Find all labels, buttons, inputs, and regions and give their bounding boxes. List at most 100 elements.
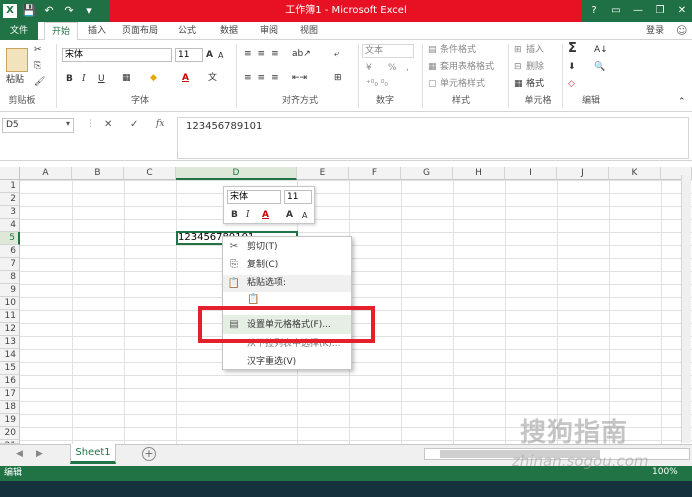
row-header[interactable]: 17 [0, 388, 20, 401]
insert-function-button[interactable]: fx [156, 119, 164, 129]
insert-cells-button[interactable]: 插入 [526, 44, 544, 56]
table-format-icon[interactable]: ▦ [428, 61, 437, 73]
row-header-active[interactable]: 5 [0, 232, 20, 245]
help-button[interactable]: ? [584, 3, 604, 19]
bold-button[interactable]: B [66, 73, 73, 85]
format-cells-button[interactable]: 格式 [526, 78, 544, 90]
mini-italic-button[interactable]: I [246, 209, 250, 221]
shrink-font-button[interactable]: A [218, 50, 223, 62]
tab-insert[interactable]: 插入 [82, 22, 112, 40]
column-header[interactable]: B [72, 167, 124, 180]
row-header[interactable]: 9 [0, 284, 20, 297]
column-header[interactable]: I [505, 167, 557, 180]
column-header[interactable]: A [20, 167, 72, 180]
format-cells-icon[interactable]: ▦ [514, 78, 523, 90]
mini-font-select[interactable]: 宋体 [227, 190, 281, 204]
underline-button[interactable]: U [98, 73, 105, 85]
row-header[interactable]: 7 [0, 258, 20, 271]
insert-cells-icon[interactable]: ⊞ [514, 44, 522, 56]
row-header[interactable]: 14 [0, 349, 20, 362]
menu-item-cut[interactable]: 剪切(T) [223, 238, 351, 256]
row-header[interactable]: 13 [0, 336, 20, 349]
cancel-entry-button[interactable]: ✕ [104, 119, 112, 130]
cell-style-icon[interactable]: ▢ [428, 78, 437, 90]
scroll-left-icon[interactable]: ◀ [16, 449, 23, 459]
sort-filter-icon[interactable]: A↓ [594, 44, 608, 56]
fill-icon[interactable]: ⬇ [568, 61, 576, 73]
tab-data[interactable]: 数据 [214, 22, 244, 40]
table-format-button[interactable]: 套用表格格式 [440, 61, 494, 73]
phonetic-icon[interactable]: 文 [208, 72, 217, 84]
clear-icon[interactable]: ◇ [568, 78, 575, 90]
scroll-right-icon[interactable]: ▶ [36, 449, 43, 459]
tab-view[interactable]: 视图 [294, 22, 324, 40]
name-box-dropdown-icon[interactable]: ▾ [66, 119, 70, 128]
column-header[interactable]: C [124, 167, 176, 180]
column-header[interactable]: G [401, 167, 453, 180]
restore-button[interactable]: ❐ [650, 3, 670, 19]
add-sheet-button[interactable]: + [142, 447, 156, 461]
cut-icon[interactable]: ✂ [34, 44, 42, 56]
copy-icon[interactable]: ⎘ [34, 60, 41, 72]
borders-icon[interactable]: ▦ [122, 72, 131, 84]
ribbon-display-button[interactable]: ▭ [606, 3, 626, 19]
login-link[interactable]: 登录 [646, 22, 664, 40]
vertical-align-icons[interactable]: ≡≡≡ [244, 48, 285, 60]
select-all-corner[interactable] [0, 167, 20, 180]
row-header[interactable]: 16 [0, 375, 20, 388]
autosum-icon[interactable]: Σ [568, 42, 577, 55]
collapse-ribbon-icon[interactable]: ⌃ [678, 96, 686, 108]
number-format-select[interactable]: 文本 [362, 44, 414, 58]
mini-size-select[interactable]: 11 [284, 190, 312, 204]
undo-icon[interactable]: ↶ [42, 4, 56, 18]
redo-icon[interactable]: ↷ [62, 4, 76, 18]
mini-grow-font-button[interactable]: A [286, 209, 293, 221]
wrap-text-icon[interactable]: ⤶ [334, 48, 339, 60]
decimal-icons[interactable]: ⁺⁰₀ ⁰₀ [366, 78, 388, 90]
row-header[interactable]: 18 [0, 401, 20, 414]
font-color-icon[interactable]: A [182, 72, 189, 84]
row-header[interactable]: 1 [0, 180, 20, 193]
row-header[interactable]: 8 [0, 271, 20, 284]
column-header[interactable]: E [297, 167, 349, 180]
minimize-button[interactable]: — [628, 3, 648, 19]
column-header[interactable]: K [609, 167, 661, 180]
menu-item-phonetic[interactable]: 汉字重选(V) [223, 353, 351, 371]
row-header[interactable]: 6 [0, 245, 20, 258]
close-button[interactable]: ✕ [672, 3, 692, 19]
row-header[interactable]: 15 [0, 362, 20, 375]
zoom-level[interactable]: 100% [652, 467, 678, 477]
tab-formulas[interactable]: 公式 [172, 22, 202, 40]
cell-style-button[interactable]: 单元格样式 [440, 78, 485, 90]
currency-icon[interactable]: ¥ [366, 62, 372, 74]
grow-font-button[interactable]: A [206, 49, 213, 61]
name-box[interactable]: D5 [2, 118, 74, 133]
mini-shrink-font-button[interactable]: A [302, 210, 307, 222]
horizontal-align-icons[interactable]: ≡≡≡ [244, 72, 285, 84]
font-family-select[interactable]: 宋体 [62, 48, 172, 62]
smiley-icon[interactable]: ☺ [676, 24, 687, 37]
merge-icon[interactable]: ⊞ [334, 72, 342, 84]
row-header[interactable]: 11 [0, 310, 20, 323]
fill-color-icon[interactable]: ◆ [150, 72, 157, 84]
paste-icon[interactable] [6, 48, 28, 72]
confirm-entry-button[interactable]: ✓ [130, 119, 138, 130]
conditional-format-button[interactable]: 条件格式 [440, 44, 476, 56]
row-header[interactable]: 2 [0, 193, 20, 206]
mini-bold-button[interactable]: B [231, 209, 238, 221]
mini-font-color-button[interactable]: A [262, 209, 269, 221]
row-header[interactable]: 19 [0, 414, 20, 427]
menu-item-copy[interactable]: 复制(C) [223, 256, 351, 274]
tab-file[interactable]: 文件 [0, 22, 38, 40]
tab-home[interactable]: 开始 [44, 22, 78, 40]
conditional-format-icon[interactable]: ▤ [428, 44, 437, 56]
indent-icons[interactable]: ⇤⇥ [292, 72, 307, 84]
percent-button[interactable]: % [388, 62, 397, 74]
vertical-scrollbar[interactable] [681, 175, 691, 443]
row-header[interactable]: 20 [0, 427, 20, 440]
italic-button[interactable]: I [82, 73, 86, 85]
column-header[interactable]: J [557, 167, 609, 180]
row-header[interactable]: 10 [0, 297, 20, 310]
font-size-select[interactable]: 11 [175, 48, 203, 62]
paste-button[interactable]: 粘贴 [6, 74, 24, 86]
